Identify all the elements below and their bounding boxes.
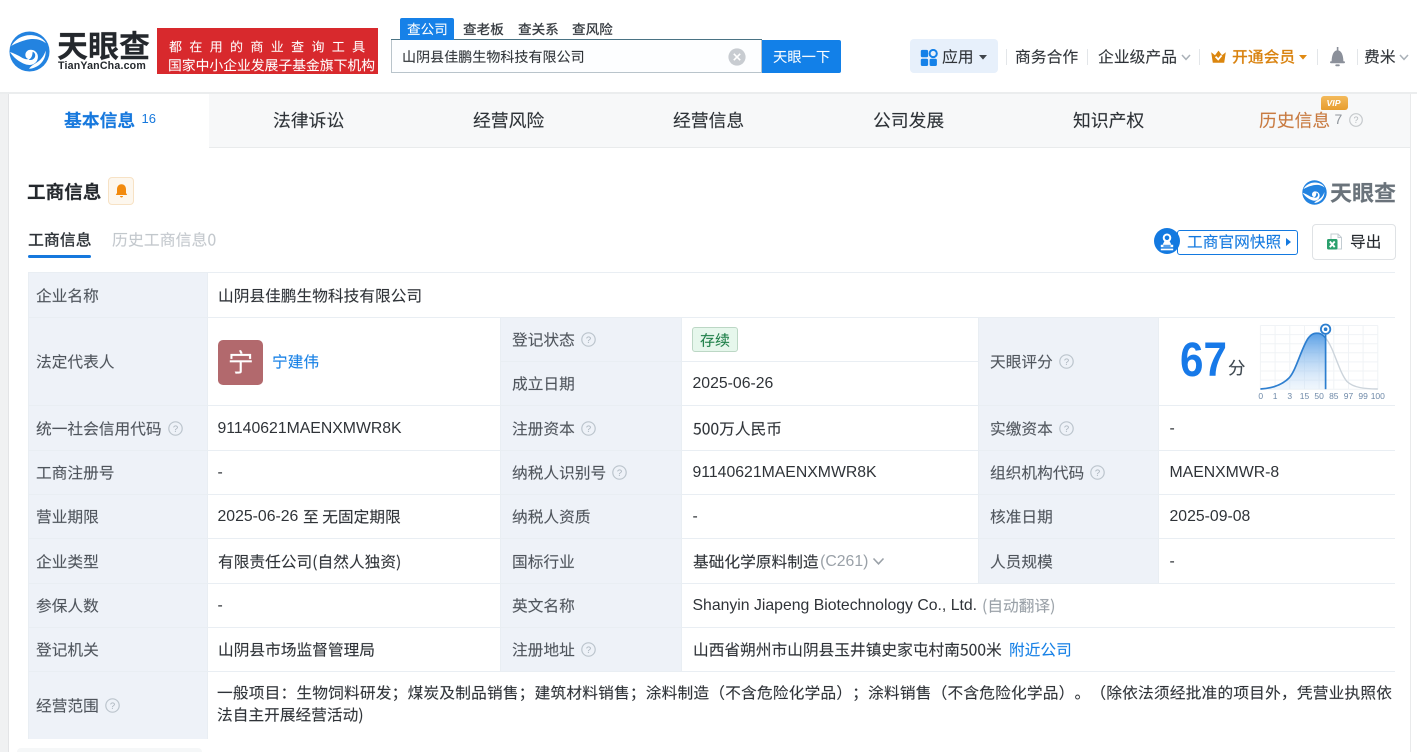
svg-text:?: ? (1095, 468, 1100, 479)
svg-text:1: 1 (1273, 391, 1278, 401)
svg-text:99: 99 (1358, 391, 1368, 401)
svg-text:?: ? (1064, 357, 1069, 368)
svg-text:?: ? (617, 468, 622, 479)
svg-text:?: ? (110, 701, 115, 712)
svg-text:3: 3 (1287, 391, 1292, 401)
svg-text:85: 85 (1329, 391, 1339, 401)
svg-text:?: ? (586, 423, 591, 434)
svg-text:?: ? (1064, 423, 1069, 434)
svg-text:?: ? (586, 645, 591, 656)
svg-text:97: 97 (1344, 391, 1354, 401)
svg-text:50: 50 (1314, 391, 1324, 401)
svg-text:0: 0 (1258, 391, 1263, 401)
svg-text:?: ? (586, 335, 591, 346)
svg-text:100: 100 (1371, 391, 1385, 401)
svg-text:15: 15 (1300, 391, 1310, 401)
svg-text:?: ? (1353, 115, 1358, 125)
svg-text:?: ? (172, 423, 177, 434)
